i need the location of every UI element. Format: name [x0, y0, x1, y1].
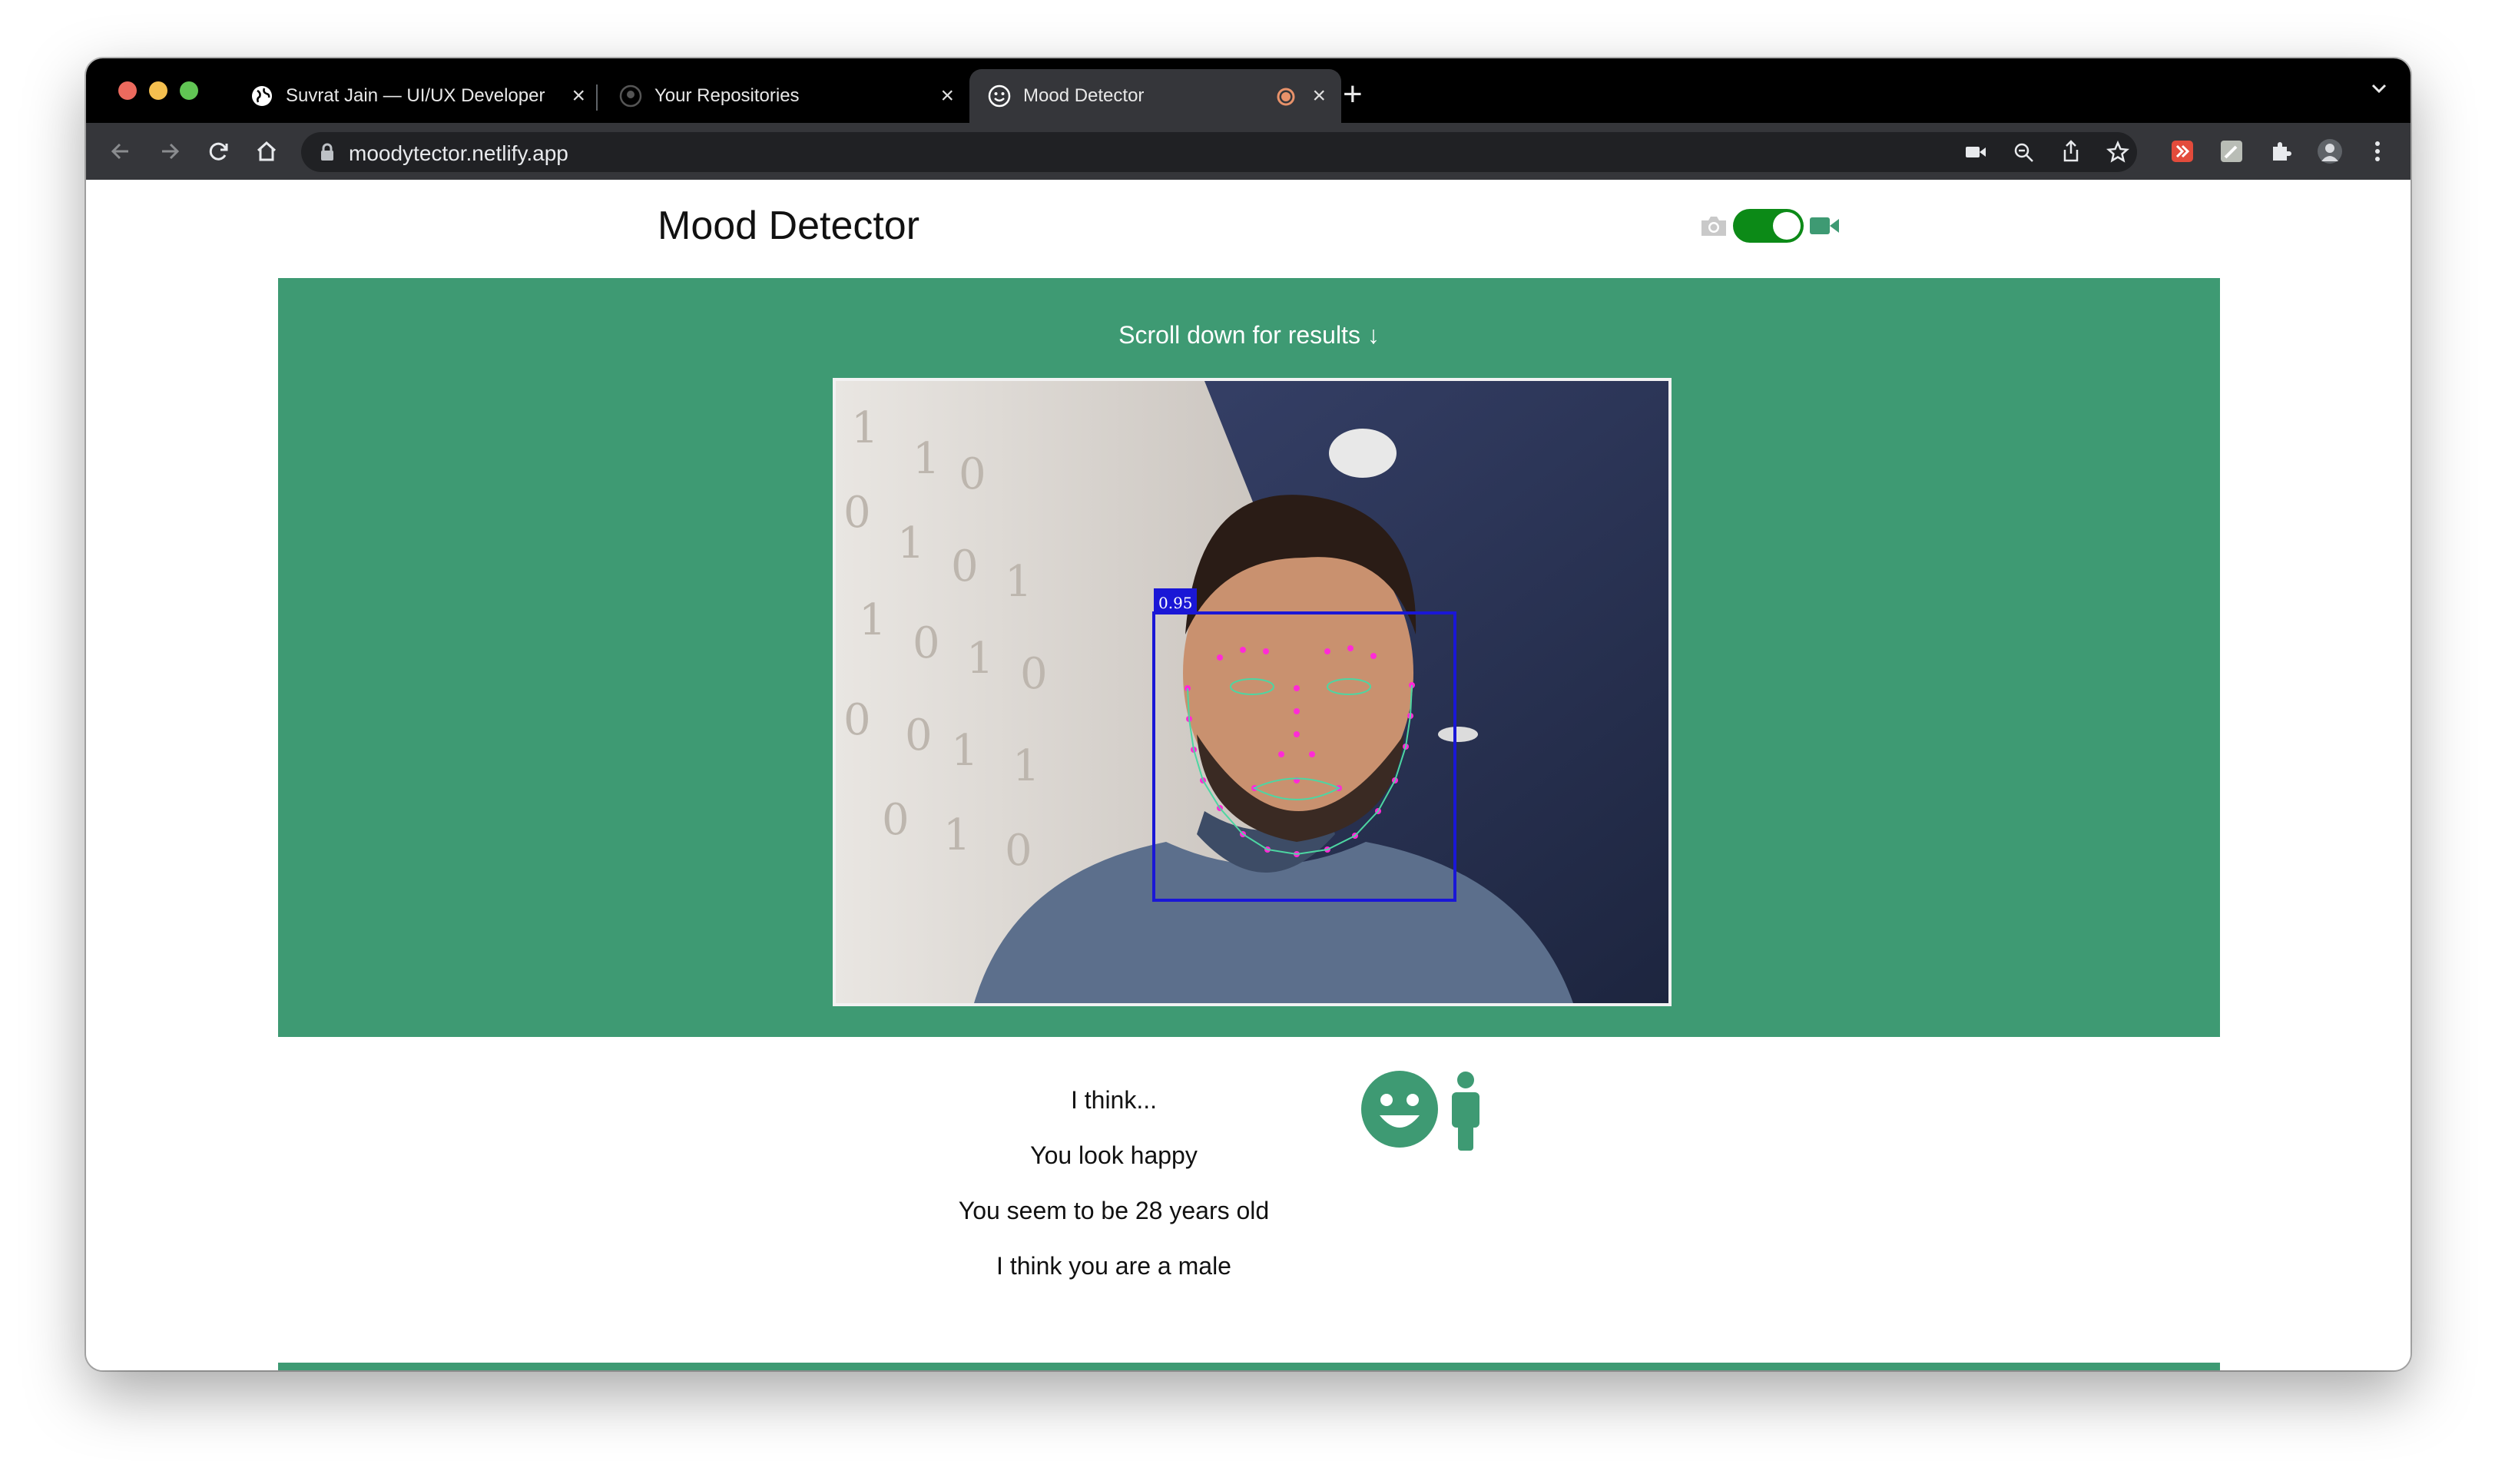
svg-text:0: 0: [959, 449, 986, 499]
svg-text:1: 1: [1005, 557, 1032, 607]
svg-text:1: 1: [851, 403, 879, 453]
tab-title: Mood Detector: [1023, 85, 1145, 106]
svg-text:0: 0: [905, 711, 933, 760]
tab-repositories[interactable]: Your Repositories ×: [601, 69, 969, 123]
tab-separator: [596, 84, 598, 111]
home-button[interactable]: [247, 132, 286, 171]
svg-text:1: 1: [897, 518, 925, 568]
arrow-left-icon: [111, 143, 128, 160]
extension-pen-icon: [2221, 141, 2242, 162]
url-text: moodytector.netlify.app: [349, 141, 568, 165]
extension-button[interactable]: [2163, 132, 2202, 171]
results-intro: I think...: [1070, 1086, 1158, 1114]
happy-face-icon: [1361, 1071, 1438, 1148]
page-title: Mood Detector: [658, 204, 920, 248]
address-bar[interactable]: moodytector.netlify.app: [301, 132, 2137, 172]
chevron-down-icon: [2371, 84, 2387, 94]
minimize-window-button[interactable]: [149, 81, 167, 100]
tab-search-button[interactable]: [2369, 78, 2389, 104]
svg-text:1: 1: [1012, 741, 1040, 791]
age-result: You seem to be 28 years old: [958, 1197, 1270, 1224]
svg-text:0: 0: [843, 695, 871, 745]
scroll-hint: Scroll down for results ↓: [1118, 321, 1380, 349]
forward-button[interactable]: [151, 132, 189, 171]
camera-icon[interactable]: [1699, 214, 1728, 238]
globe-icon: [252, 86, 272, 106]
detection-score: 0.95: [1158, 594, 1193, 612]
webcam-feed: 110 0101 1010 0011 010 0.95: [833, 378, 1672, 1006]
recording-indicator-icon: [1277, 88, 1295, 106]
svg-text:0: 0: [951, 542, 979, 591]
camera-panel: Scroll down for results ↓ 1 1 0 0 1 0 1 …: [278, 278, 2220, 1037]
svg-text:1: 1: [951, 726, 979, 776]
back-button[interactable]: [101, 132, 140, 171]
photo-video-toggle[interactable]: [1733, 209, 1804, 243]
arrow-right-icon: [162, 143, 180, 160]
mode-toggle-group: [1699, 209, 1841, 243]
video-camera-icon[interactable]: [1808, 214, 1841, 237]
webcam-image: 11 0 01 0 1 1010 0011 010 0.95: [836, 381, 1668, 1003]
svg-text:0: 0: [1020, 649, 1048, 699]
extension-red-icon: [2172, 141, 2193, 162]
svg-text:0: 0: [843, 488, 871, 538]
new-tab-button[interactable]: +: [1343, 75, 1363, 114]
tab-mood-detector[interactable]: Mood Detector ×: [969, 69, 1341, 123]
tab-title: Suvrat Jain — UI/UX Developer: [286, 85, 545, 106]
browser-toolbar: moodytector.netlify.app: [86, 123, 2411, 180]
svg-text:1: 1: [966, 634, 994, 684]
reload-button[interactable]: [200, 132, 238, 171]
puzzle-piece-icon: [2273, 142, 2291, 161]
extension-button[interactable]: [2212, 132, 2251, 171]
page-content: Mood Detector Scroll down for results ↓: [86, 180, 2411, 1370]
tab-title: Your Repositories: [654, 85, 800, 106]
svg-text:1: 1: [913, 434, 940, 484]
more-vertical-icon: [2375, 141, 2380, 161]
tab-close-button[interactable]: ×: [940, 83, 954, 109]
svg-text:1: 1: [859, 595, 886, 645]
results-list: I think... You look happy You seem to be…: [914, 1086, 1314, 1307]
tab-close-button[interactable]: ×: [572, 83, 585, 109]
browser-window: Suvrat Jain — UI/UX Developer × Your Rep…: [86, 58, 2411, 1370]
gender-result: I think you are a male: [996, 1252, 1231, 1280]
profile-button[interactable]: [2311, 132, 2349, 171]
zoom-icon[interactable]: [2013, 141, 2034, 163]
lock-icon: [321, 143, 333, 161]
avatar: [2318, 139, 2342, 164]
tab-strip: Suvrat Jain — UI/UX Developer × Your Rep…: [86, 58, 2411, 123]
svg-text:0: 0: [1005, 826, 1032, 876]
home-icon: [257, 141, 277, 161]
tab-close-button[interactable]: ×: [1312, 83, 1326, 109]
reload-icon: [209, 142, 228, 161]
browser-menu-button[interactable]: [2358, 132, 2397, 171]
svg-text:0: 0: [913, 618, 940, 668]
close-window-button[interactable]: [118, 81, 137, 100]
github-icon: [619, 84, 642, 108]
mood-result: You look happy: [1030, 1141, 1198, 1169]
person-icon: [1452, 1072, 1479, 1151]
tab-portfolio[interactable]: Suvrat Jain — UI/UX Developer ×: [232, 69, 601, 123]
toggle-knob: [1773, 212, 1801, 240]
svg-text:0: 0: [882, 795, 910, 845]
svg-text:1: 1: [943, 810, 971, 860]
result-icons: [1361, 1071, 1481, 1151]
bookmark-star-icon[interactable]: [2106, 141, 2129, 164]
footer-bar: [278, 1363, 2220, 1370]
extensions-menu-button[interactable]: [2261, 132, 2300, 171]
maximize-window-button[interactable]: [180, 81, 198, 100]
smiley-favicon-icon: [988, 84, 1011, 108]
camera-in-use-icon[interactable]: [1965, 143, 1986, 161]
share-icon[interactable]: [2060, 140, 2082, 163]
